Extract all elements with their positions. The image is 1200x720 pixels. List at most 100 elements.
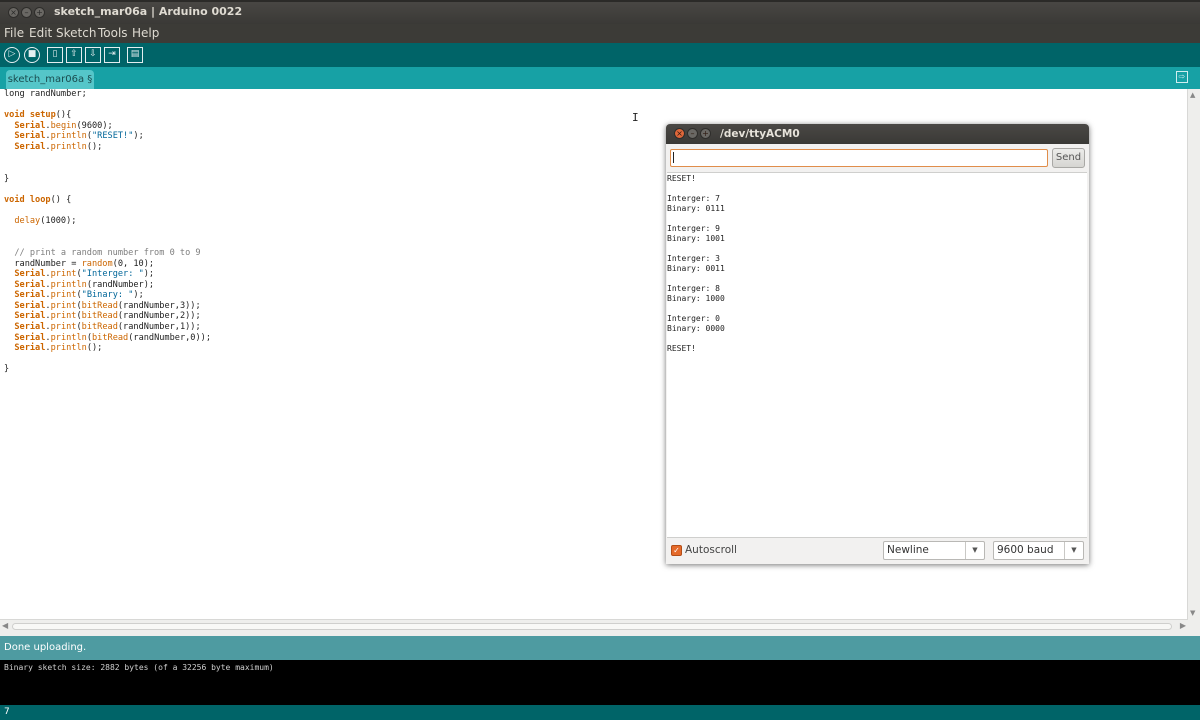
code-line[interactable]: Serial.print(bitRead(randNumber,1)); (4, 322, 211, 333)
code-line[interactable]: } (4, 364, 211, 375)
code-line[interactable]: long randNumber; (4, 89, 211, 100)
editor-horizontal-scrollbar[interactable]: ◀ ▶ (0, 619, 1188, 633)
maximize-window-icon[interactable]: + (34, 7, 45, 18)
serial-output-line: Interger: 3 (667, 254, 720, 263)
code-line[interactable] (4, 153, 211, 164)
code-line[interactable]: Serial.println(); (4, 343, 211, 354)
verify-button[interactable]: ▷ (4, 47, 20, 63)
code-line[interactable]: randNumber = random(0, 10); (4, 259, 211, 270)
code-line[interactable] (4, 237, 211, 248)
code-line[interactable]: Serial.println(randNumber); (4, 280, 211, 291)
tab-menu-icon[interactable]: ⇨ (1176, 71, 1188, 83)
serial-output-line (667, 334, 725, 344)
editor-vertical-scrollbar[interactable]: ▲ ▼ (1187, 89, 1200, 619)
code-line[interactable]: void loop() { (4, 195, 211, 206)
menu-help[interactable]: Help (132, 26, 159, 40)
code-line[interactable] (4, 100, 211, 111)
menu-bar: File Edit Sketch Tools Help (0, 24, 1200, 43)
autoscroll-label: Autoscroll (685, 544, 737, 556)
chevron-down-icon[interactable]: ▼ (1064, 542, 1083, 559)
serial-output-line: Interger: 0 (667, 314, 720, 323)
send-button[interactable]: Send (1052, 148, 1085, 168)
serial-monitor-icon: ▤ (130, 49, 140, 59)
close-icon[interactable]: × (674, 128, 685, 139)
scroll-right-icon[interactable]: ▶ (1180, 621, 1186, 630)
serial-output-text: RESET! Interger: 7 Binary: 0111 Interger: 9… (667, 174, 725, 354)
serial-output-line: Interger: 8 (667, 284, 720, 293)
code-line[interactable] (4, 163, 211, 174)
code-line[interactable] (4, 206, 211, 217)
tab-sketch[interactable]: sketch_mar06a § (6, 70, 94, 89)
status-message: Done uploading. (4, 642, 87, 653)
play-icon: ▷ (8, 49, 16, 59)
serial-input[interactable] (670, 149, 1048, 167)
close-window-icon[interactable]: × (8, 7, 19, 18)
code-line[interactable]: Serial.println(); (4, 142, 211, 153)
code-line[interactable]: Serial.println("RESET!"); (4, 131, 211, 142)
line-ending-value: Newline (887, 544, 929, 556)
scroll-down-icon[interactable]: ▼ (1190, 609, 1195, 617)
new-file-icon: ▯ (52, 49, 58, 59)
code-line[interactable]: Serial.begin(9600); (4, 121, 211, 132)
code-line[interactable] (4, 184, 211, 195)
minimize-window-icon[interactable]: – (21, 7, 32, 18)
code-line[interactable] (4, 227, 211, 238)
title-bar: × – + sketch_mar06a | Arduino 0022 (0, 0, 1200, 24)
scroll-up-icon[interactable]: ▲ (1190, 91, 1195, 99)
stop-icon: ■ (27, 49, 37, 59)
serial-output-line (667, 184, 725, 194)
line-ending-select[interactable]: Newline ▼ (883, 541, 985, 560)
maximize-icon[interactable]: + (700, 128, 711, 139)
code-line[interactable]: Serial.print(bitRead(randNumber,2)); (4, 311, 211, 322)
text-cursor-icon: I (632, 111, 639, 124)
serial-output-line (667, 274, 725, 284)
scroll-left-icon[interactable]: ◀ (2, 621, 8, 630)
serial-monitor-button[interactable]: ▤ (127, 47, 143, 63)
code-line[interactable]: // print a random number from 0 to 9 (4, 248, 211, 259)
open-icon: ⇧ (70, 49, 78, 59)
serial-output-line: Binary: 0011 (667, 264, 725, 273)
serial-output-line (667, 244, 725, 254)
chevron-down-icon[interactable]: ▼ (965, 542, 984, 559)
menu-file[interactable]: File (4, 26, 24, 40)
serial-output[interactable]: RESET! Interger: 7 Binary: 0111 Interger: 9… (667, 172, 1087, 538)
serial-output-line: RESET! (667, 174, 696, 183)
toolbar: ▷ ■ ▯ ⇧ ⇩ ⇥ ▤ (0, 43, 1200, 67)
serial-monitor-title-bar[interactable]: × – + /dev/ttyACM0 (666, 124, 1089, 144)
code-line[interactable]: Serial.print("Interger: "); (4, 269, 211, 280)
baud-rate-value: 9600 baud (997, 544, 1054, 556)
serial-output-line: Interger: 9 (667, 224, 720, 233)
stop-button[interactable]: ■ (24, 47, 40, 63)
menu-sketch[interactable]: Sketch (56, 26, 96, 40)
code-line[interactable]: Serial.print(bitRead(randNumber,3)); (4, 301, 211, 312)
serial-output-line: Interger: 7 (667, 194, 720, 203)
input-caret (673, 152, 674, 163)
open-button[interactable]: ⇧ (66, 47, 82, 63)
horizontal-scroll-thumb[interactable] (12, 623, 1172, 630)
save-button[interactable]: ⇩ (85, 47, 101, 63)
code-line[interactable]: void setup(){ (4, 110, 211, 121)
menu-edit[interactable]: Edit (29, 26, 52, 40)
code-line[interactable]: Serial.println(bitRead(randNumber,0)); (4, 333, 211, 344)
save-icon: ⇩ (89, 49, 97, 59)
serial-output-line (667, 304, 725, 314)
code-line[interactable]: } (4, 174, 211, 185)
checkbox-check-icon[interactable]: ✓ (671, 545, 682, 556)
menu-tools[interactable]: Tools (98, 26, 128, 40)
console: Binary sketch size: 2882 bytes (of a 322… (0, 660, 1200, 705)
scroll-corner (1188, 619, 1200, 632)
line-number-bar: 7 (0, 705, 1200, 720)
line-number: 7 (4, 707, 10, 717)
serial-output-line: Binary: 1001 (667, 234, 725, 243)
code-line[interactable]: delay(1000); (4, 216, 211, 227)
new-button[interactable]: ▯ (47, 47, 63, 63)
code-text[interactable]: long randNumber; void setup(){ Serial.beg… (4, 89, 211, 375)
serial-output-line: Binary: 0111 (667, 204, 725, 213)
minimize-icon[interactable]: – (687, 128, 698, 139)
console-output: Binary sketch size: 2882 bytes (of a 322… (4, 663, 274, 672)
serial-output-line: Binary: 1000 (667, 294, 725, 303)
upload-button[interactable]: ⇥ (104, 47, 120, 63)
code-line[interactable] (4, 354, 211, 365)
baud-rate-select[interactable]: 9600 baud ▼ (993, 541, 1084, 560)
code-line[interactable]: Serial.print("Binary: "); (4, 290, 211, 301)
